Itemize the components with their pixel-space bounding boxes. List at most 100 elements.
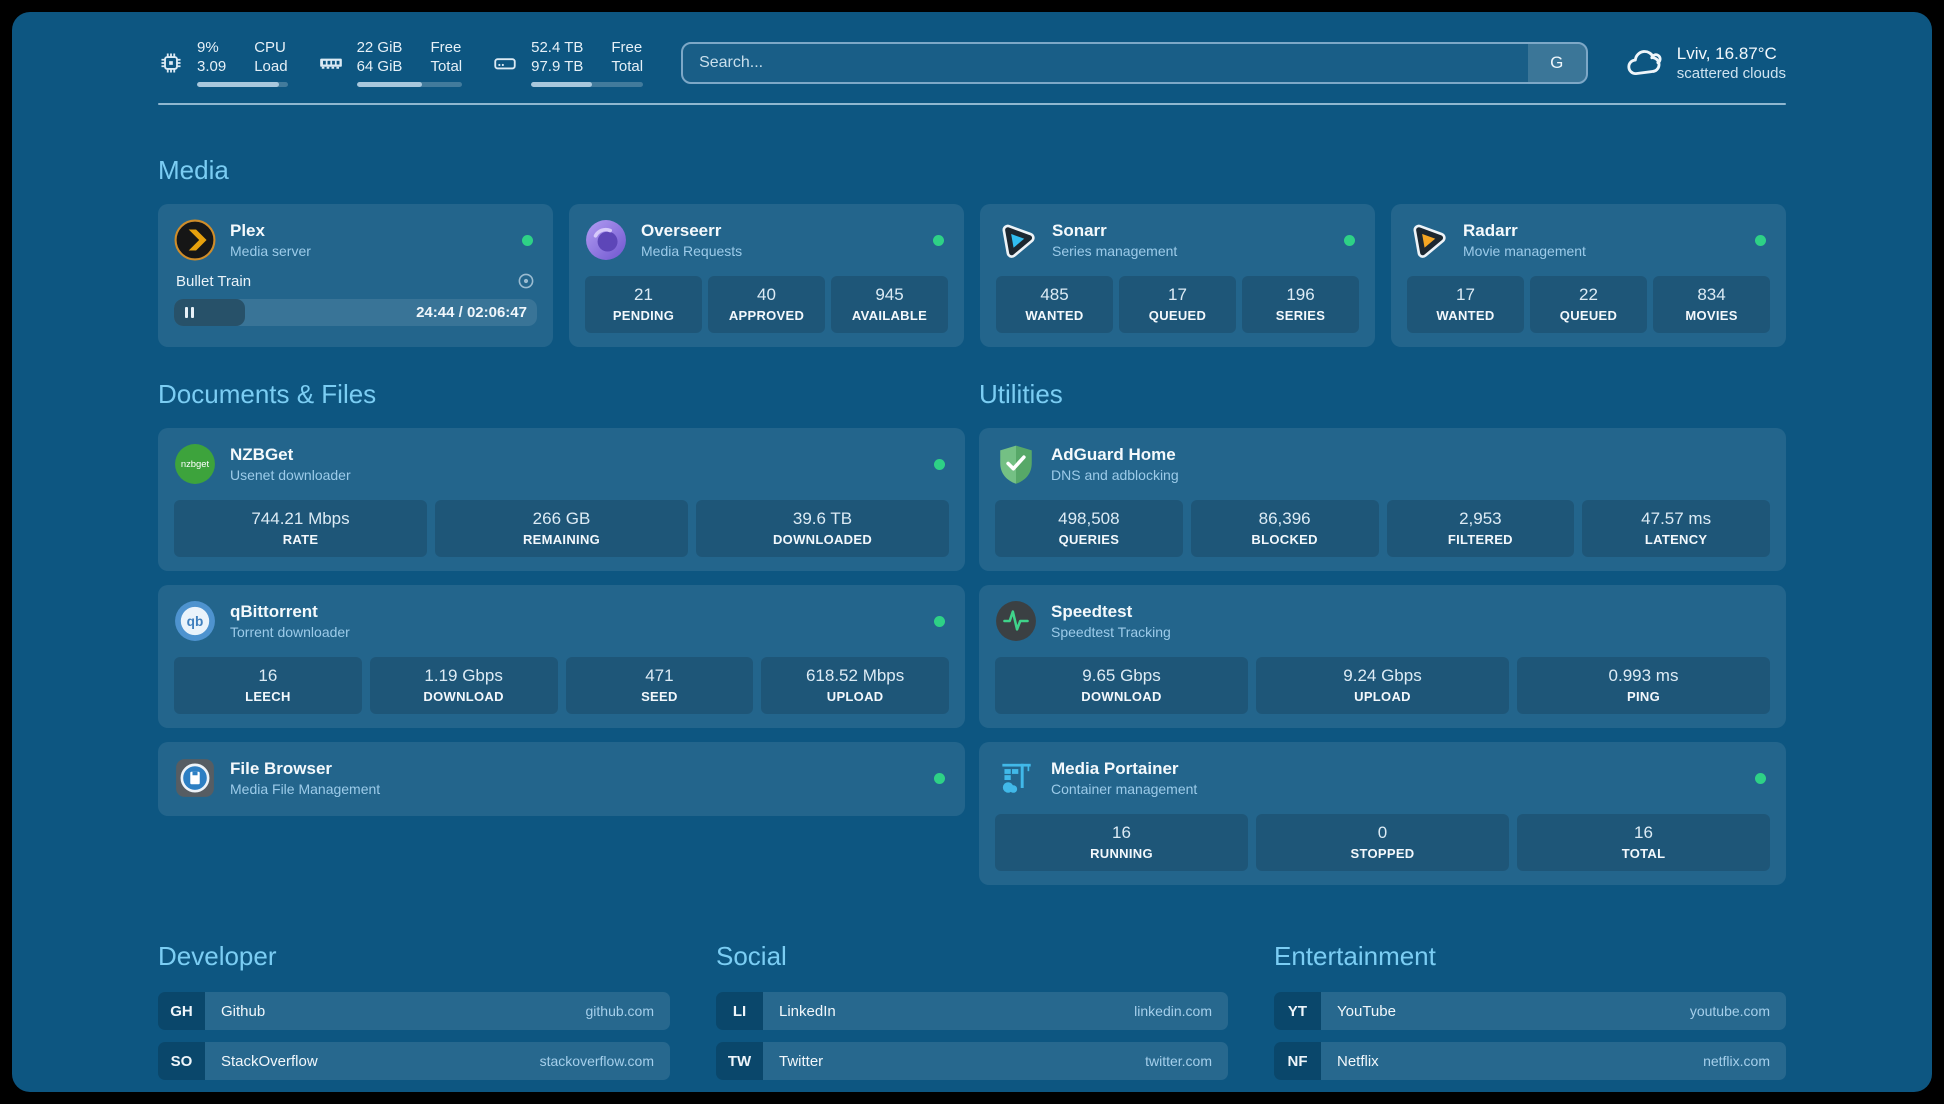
nzbget-icon: nzbget [174,443,216,485]
service-card-sonarr[interactable]: Sonarr Series management 485 WANTED 17 Q… [980,204,1375,347]
service-card-adguard[interactable]: AdGuard Home DNS and adblocking 498,508 … [979,428,1786,571]
sonarr-icon [996,219,1038,261]
search-provider-button[interactable]: G [1528,44,1586,82]
adguard-icon [995,443,1037,485]
weather-location-temp: Lviv, 16.87°C [1677,43,1786,64]
plex-icon [174,219,216,261]
bookmark-linkedin[interactable]: LI LinkedIn linkedin.com [716,992,1228,1030]
cpu-widget: 9% CPU 3.09 Load [158,38,288,87]
bookmark-domain: twitter.com [1145,1053,1212,1069]
hardware-stats: 9% CPU 3.09 Load [158,38,643,87]
status-dot [1755,773,1766,784]
status-dot [934,459,945,470]
disk-progress-bar [531,82,643,87]
bookmark-youtube[interactable]: YT YouTube youtube.com [1274,992,1786,1030]
disk-free-label: Free [611,38,643,57]
service-subtitle: Usenet downloader [230,466,920,484]
speedtest-icon [995,600,1037,642]
bookmark-abbr: SO [158,1042,205,1080]
stat-download: 9.65 Gbps DOWNLOAD [995,657,1248,714]
now-playing-title: Bullet Train [176,273,251,290]
bookmark-group-developer: Developer GH Github github.com SO StackO… [158,941,670,1092]
memory-total-value: 64 GiB [357,57,403,76]
section-title-entertainment: Entertainment [1274,941,1786,972]
memory-total-label: Total [430,57,462,76]
bookmark-domain: stackoverflow.com [540,1053,654,1069]
bookmark-stackoverflow[interactable]: SO StackOverflow stackoverflow.com [158,1042,670,1080]
bookmark-github[interactable]: GH Github github.com [158,992,670,1030]
service-subtitle: Speedtest Tracking [1051,623,1770,641]
service-card-radarr[interactable]: Radarr Movie management 17 WANTED 22 QUE… [1391,204,1786,347]
service-name: AdGuard Home [1051,444,1770,466]
section-title-developer: Developer [158,941,670,972]
stat-pending: 21 PENDING [585,276,702,333]
section-title-social: Social [716,941,1228,972]
bookmark-name: Twitter [779,1053,823,1070]
bookmark-netflix[interactable]: NF Netflix netflix.com [1274,1042,1786,1080]
stat-wanted: 17 WANTED [1407,276,1524,333]
service-card-portainer[interactable]: Media Portainer Container management 16 … [979,742,1786,885]
section-title-utilities: Utilities [979,379,1786,410]
service-name: Sonarr [1052,220,1330,242]
stat-blocked: 86,396 BLOCKED [1191,500,1379,557]
service-name: Media Portainer [1051,758,1741,780]
service-subtitle: Series management [1052,242,1330,260]
qbittorrent-icon: qb [174,600,216,642]
service-name: NZBGet [230,444,920,466]
stat-rate: 744.21 Mbps RATE [174,500,427,557]
status-dot [522,235,533,246]
disk-total-value: 97.9 TB [531,57,583,76]
bookmark-twitter[interactable]: TW Twitter twitter.com [716,1042,1228,1080]
cloud-icon [1626,46,1664,80]
search-input[interactable] [683,44,1528,82]
service-subtitle: Media server [230,242,508,260]
bookmarks: Developer GH Github github.com SO StackO… [158,941,1786,1092]
stat-stopped: 0 STOPPED [1256,814,1509,871]
section-title-media: Media [158,155,1786,186]
stat-queued: 22 QUEUED [1530,276,1647,333]
service-name: Speedtest [1051,601,1770,623]
header-divider [158,103,1786,105]
stat-download: 1.19 Gbps DOWNLOAD [370,657,558,714]
bookmark-abbr: LI [716,992,763,1030]
service-subtitle: Container management [1051,780,1741,798]
stat-wanted: 485 WANTED [996,276,1113,333]
bookmark-domain: github.com [586,1003,654,1019]
pause-icon[interactable] [185,307,188,318]
memory-free-label: Free [430,38,462,57]
service-card-speedtest[interactable]: Speedtest Speedtest Tracking 9.65 Gbps D… [979,585,1786,728]
status-dot [934,773,945,784]
bookmark-name: Github [221,1003,265,1020]
section-title-documents: Documents & Files [158,379,965,410]
utilities-column: Utilities AdGuard Home [979,379,1786,885]
stat-remaining: 266 GB REMAINING [435,500,688,557]
filebrowser-icon [174,757,216,799]
status-dot [1344,235,1355,246]
cpu-progress-bar [197,82,288,87]
service-card-qbittorrent[interactable]: qb qBittorrent Torrent downloader 16 LEE… [158,585,965,728]
cpu-load-label: Load [254,57,287,76]
service-card-overseerr[interactable]: Overseerr Media Requests 21 PENDING 40 A… [569,204,964,347]
service-card-nzbget[interactable]: nzbget NZBGet Usenet downloader 744.21 M… [158,428,965,571]
bookmark-group-social: Social LI LinkedIn linkedin.com TW Twitt… [716,941,1228,1092]
cpu-usage-label: CPU [254,38,287,57]
stat-filtered: 2,953 FILTERED [1387,500,1575,557]
service-subtitle: Torrent downloader [230,623,920,641]
cpu-load-value: 3.09 [197,57,226,76]
service-subtitle: Movie management [1463,242,1741,260]
stat-total: 16 TOTAL [1517,814,1770,871]
bookmark-name: YouTube [1337,1003,1396,1020]
service-card-plex[interactable]: Plex Media server Bullet Train [158,204,553,347]
stat-queries: 498,508 QUERIES [995,500,1183,557]
service-subtitle: DNS and adblocking [1051,466,1770,484]
documents-column: Documents & Files nzbget NZBGet Usenet d… [158,379,965,885]
bookmark-name: Netflix [1337,1053,1379,1070]
bookmark-abbr: TW [716,1042,763,1080]
playback-progress-bar[interactable]: 24:44 / 02:06:47 [174,299,537,326]
service-card-filebrowser[interactable]: File Browser Media File Management [158,742,965,816]
plex-now-playing: Bullet Train 24:44 / 02:06:47 [174,272,537,326]
memory-progress-bar [357,82,463,87]
disk-widget: 52.4 TB Free 97.9 TB Total [492,38,643,87]
status-dot [934,616,945,627]
overseerr-icon [585,219,627,261]
